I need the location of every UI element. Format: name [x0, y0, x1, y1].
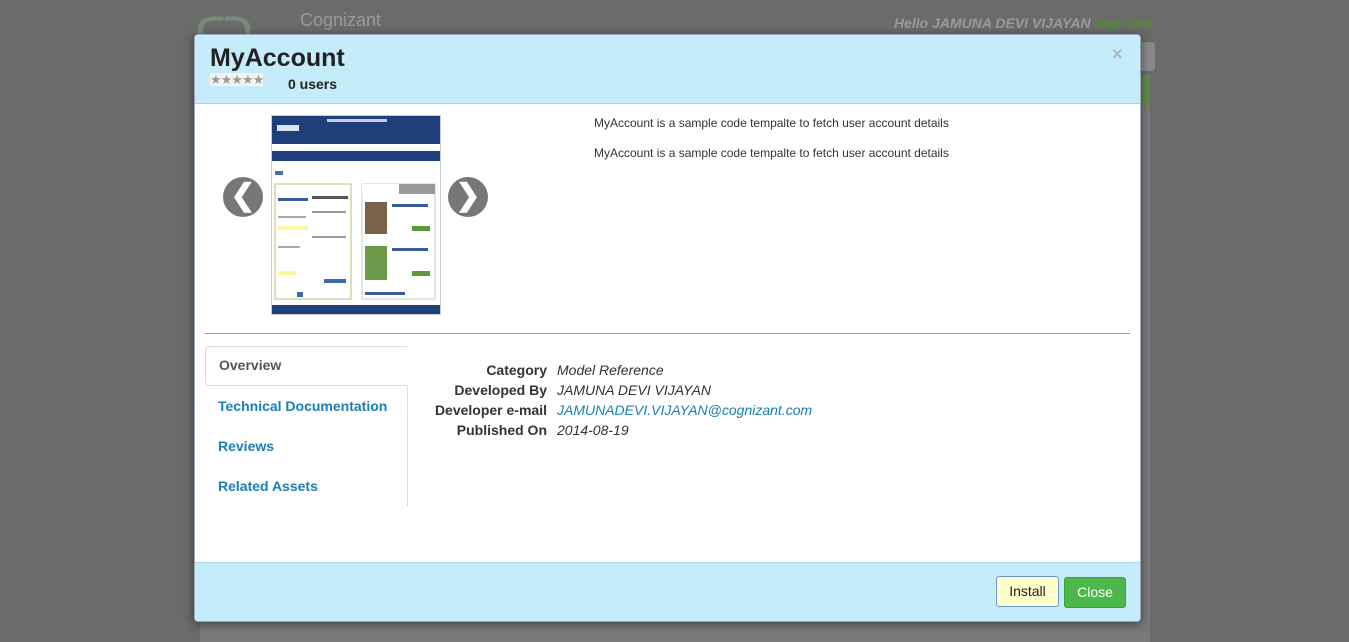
description-text: MyAccount is a sample code tempalte to f…: [594, 116, 949, 130]
detail-row-email: Developer e-mail JAMUNADEVI.VIJAYAN@cogni…: [420, 400, 812, 420]
developed-by-label: Developed By: [454, 382, 547, 398]
modal-title: MyAccount: [210, 44, 345, 72]
asset-modal: MyAccount ★★★★★ 0 users × ❮ ❯ MyAccount …: [194, 34, 1141, 622]
published-label: Published On: [456, 422, 547, 438]
asset-screenshot: [271, 115, 441, 315]
detail-tabs: Overview Technical Documentation Reviews…: [205, 346, 408, 506]
description-text: MyAccount is a sample code tempalte to f…: [594, 146, 949, 160]
rating-stars-icon[interactable]: ★★★★★: [210, 73, 264, 86]
carousel-prev-button[interactable]: ❮: [223, 177, 263, 217]
developed-by-value: JAMUNA DEVI VIJAYAN: [557, 382, 712, 398]
modal-footer: Install Close: [195, 562, 1140, 621]
sign-out-link[interactable]: Sign Out: [1094, 15, 1152, 31]
tab-overview[interactable]: Overview: [205, 346, 408, 386]
tab-reviews[interactable]: Reviews: [205, 428, 407, 466]
close-icon[interactable]: ×: [1112, 44, 1123, 65]
modal-header: MyAccount ★★★★★ 0 users ×: [195, 35, 1140, 104]
asset-descriptions: MyAccount is a sample code tempalte to f…: [594, 117, 949, 177]
category-label: Category: [486, 362, 547, 378]
detail-row-published: Published On 2014-08-19: [420, 420, 812, 440]
email-link[interactable]: JAMUNADEVI.VIJAYAN@cognizant.com: [557, 400, 812, 420]
user-count: 0 users: [288, 76, 338, 92]
category-value: Model Reference: [557, 362, 664, 378]
tab-technical-documentation[interactable]: Technical Documentation: [205, 388, 407, 426]
section-divider: [205, 333, 1130, 334]
published-value: 2014-08-19: [557, 422, 629, 438]
install-button[interactable]: Install: [996, 576, 1059, 607]
overview-details: Category Model Reference Developed By JAMU…: [420, 360, 812, 440]
tab-related-assets[interactable]: Related Assets: [205, 468, 407, 506]
logo-text: Cognizant: [300, 10, 382, 30]
detail-row-developed-by: Developed By JAMUNA DEVI VIJAYAN: [420, 380, 812, 400]
carousel-next-button[interactable]: ❯: [448, 177, 488, 217]
greeting-text: Hello JAMUNA DEVI VIJAYAN: [894, 15, 1091, 31]
email-label: Developer e-mail: [434, 402, 547, 418]
detail-row-category: Category Model Reference: [420, 360, 812, 380]
close-button[interactable]: Close: [1064, 577, 1126, 608]
